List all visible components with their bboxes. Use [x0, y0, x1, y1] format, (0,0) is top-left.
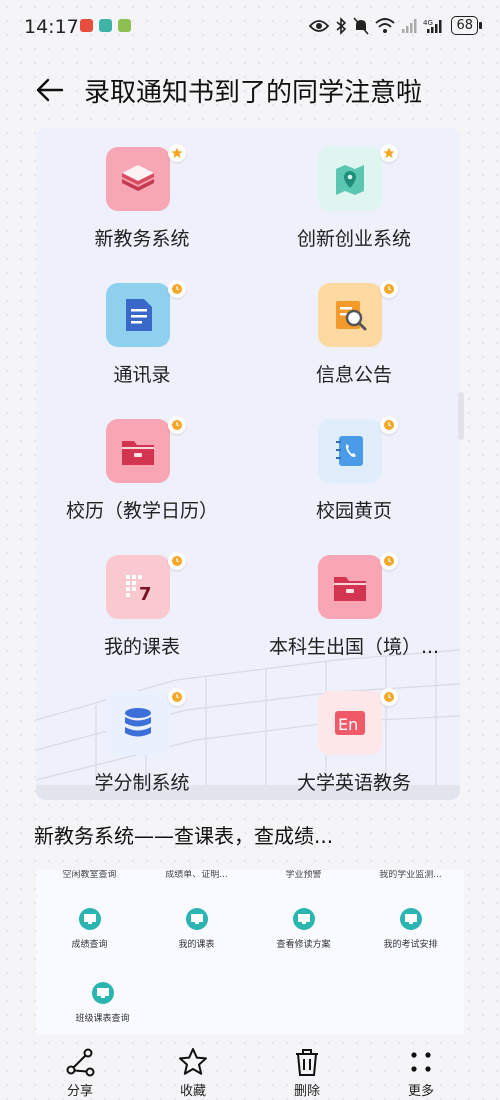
wifi-icon: [375, 17, 396, 33]
monitor-icon: [292, 908, 315, 930]
status-indicators: 4G 68: [309, 16, 482, 35]
clock-badge-icon: [380, 416, 398, 434]
bluetooth-icon: [336, 16, 347, 35]
app-tile-innovation[interactable]: 创新创业系统: [248, 142, 460, 272]
svg-text:4G: 4G: [423, 19, 433, 27]
more-label: 更多: [407, 1084, 434, 1099]
app-label: 本科生出国（境）...: [268, 636, 440, 658]
calendar-icon: 7: [106, 555, 170, 619]
preview-cut-label: 空闲教室查询: [62, 870, 117, 880]
preview-item: 成绩查询: [36, 908, 143, 950]
preview-item: 我的考试安排: [357, 908, 464, 950]
app-label: 新教务系统: [94, 228, 190, 250]
app-tile-new-academic[interactable]: 新教务系统: [36, 142, 248, 272]
folder-icon: [106, 419, 170, 483]
star-badge-icon: [168, 144, 186, 162]
clock-badge-icon: [168, 280, 186, 298]
app-icon-red: [80, 19, 93, 32]
monitor-icon: [91, 982, 114, 1004]
preview-item-label: 我的课表: [178, 940, 215, 950]
app-tile-school-calendar[interactable]: 校历（教学日历）: [36, 414, 248, 544]
app-tile-my-timetable[interactable]: 7 我的课表: [36, 550, 248, 680]
star-icon: [179, 1048, 207, 1075]
phone-book-icon: [318, 419, 382, 483]
clock-badge-icon: [380, 688, 398, 706]
app-label: 我的课表: [103, 636, 180, 658]
share-button[interactable]: 分享: [40, 1046, 120, 1099]
preview-item-label: 查看修读方案: [276, 940, 331, 950]
app-tile-announcements[interactable]: 信息公告: [248, 278, 460, 408]
app-label: 学分制系统: [94, 772, 190, 794]
status-app-icons: [80, 19, 131, 32]
4g-signal-icon: 4G: [423, 19, 442, 33]
scroll-handle[interactable]: [458, 392, 464, 440]
more-button[interactable]: 更多: [381, 1046, 461, 1099]
app-label: 校园黄页: [315, 500, 392, 522]
preview-item: 我的课表: [143, 908, 250, 950]
clock-badge-icon: [168, 688, 186, 706]
preview-item-label: 成绩查询: [71, 940, 108, 950]
app-label: 信息公告: [315, 364, 392, 386]
preview-screenshot: 空闲教室查询 成绩单、证明... 学业预警 我的学业监测... 成绩查询 我的课…: [36, 870, 464, 1034]
header: 录取通知书到了的同学注意啦: [0, 62, 500, 122]
back-arrow-icon[interactable]: [32, 72, 68, 108]
monitor-icon: [185, 908, 208, 930]
monitor-icon: [399, 908, 422, 930]
delete-button[interactable]: 删除: [267, 1046, 347, 1099]
app-tile-campus-yellow-pages[interactable]: 校园黄页: [248, 414, 460, 544]
eye-icon: [309, 19, 330, 32]
status-bar: 14:17 4G 68: [0, 0, 500, 52]
monitor-icon: [78, 908, 101, 930]
delete-label: 删除: [293, 1084, 320, 1099]
clock-badge-icon: [168, 552, 186, 570]
status-time: 14:17: [24, 16, 79, 38]
database-icon: [106, 691, 170, 755]
share-icon: [66, 1048, 95, 1077]
favorite-button[interactable]: 收藏: [153, 1046, 233, 1099]
preview-item: 查看修读方案: [250, 908, 357, 950]
favorite-label: 收藏: [179, 1084, 206, 1099]
preview-cut-label: 成绩单、证明...: [165, 870, 228, 880]
search-doc-icon: [318, 283, 382, 347]
bottom-action-bar: 分享 收藏 删除 更多: [0, 1040, 500, 1100]
app-icon-green: [118, 19, 131, 32]
en-icon: En: [318, 691, 382, 755]
app-label: 通讯录: [113, 364, 171, 386]
star-badge-icon: [380, 144, 398, 162]
app-tile-contacts[interactable]: 通讯录: [36, 278, 248, 408]
preview-item: 班级课表查询: [49, 982, 156, 1024]
preview-item-label: 班级课表查询: [75, 1014, 130, 1024]
battery-icon: 68: [451, 16, 482, 35]
app-tile-college-english[interactable]: En 大学英语教务: [248, 686, 460, 800]
svg-text:7: 7: [139, 584, 152, 605]
app-grid-panel: 新教务系统 创新创业系统 通讯录 信息公告 校历（教学日历） 校园黄页 7 我的…: [36, 128, 460, 800]
mute-icon: [353, 16, 370, 35]
app-label: 校历（教学日历）: [65, 500, 218, 522]
preview-cut-label: 我的学业监测...: [379, 870, 442, 880]
svg-text:En: En: [338, 715, 358, 734]
preview-cut-label: 学业预警: [285, 870, 322, 880]
trash-icon: [296, 1049, 318, 1076]
app-icon-teal: [99, 19, 112, 32]
clock-badge-icon: [168, 416, 186, 434]
app-label: 创新创业系统: [296, 228, 411, 250]
layers-icon: [106, 147, 170, 211]
clock-badge-icon: [380, 552, 398, 570]
signal-icon: [402, 18, 417, 33]
document-icon: [106, 283, 170, 347]
more-icon: [411, 1052, 431, 1072]
map-pin-icon: [318, 147, 382, 211]
share-label: 分享: [66, 1084, 93, 1099]
clock-badge-icon: [380, 280, 398, 298]
app-label: 大学英语教务: [296, 772, 411, 794]
app-tile-study-abroad[interactable]: 本科生出国（境）...: [248, 550, 460, 680]
folder-icon: [318, 555, 382, 619]
preview-item-label: 我的考试安排: [383, 940, 438, 950]
app-tile-credit-system[interactable]: 学分制系统: [36, 686, 248, 800]
page-title: 录取通知书到了的同学注意啦: [84, 78, 423, 108]
section-subtitle: 新教务系统——查课表，查成绩...: [34, 824, 334, 848]
